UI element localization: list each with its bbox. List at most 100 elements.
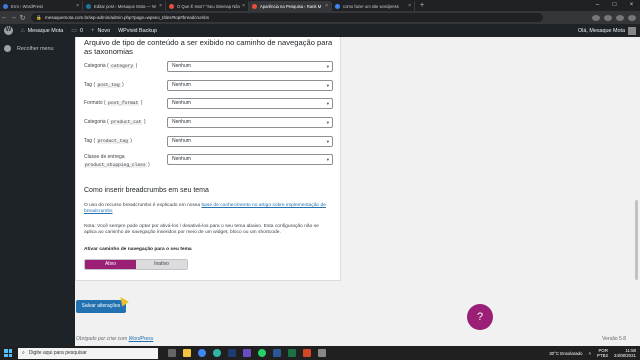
photoshop-icon[interactable] [228,349,236,357]
menu-icon[interactable] [628,14,636,21]
account-menu[interactable]: Olá, Mesaque Mota [577,26,636,35]
taxonomy-row: Tag ( product_tag ) Nenhum ▾ [84,136,334,148]
taxonomy-row: Classe de entrega product_shipping_class… [84,154,334,174]
app-icon[interactable] [243,349,251,357]
chevron-down-icon: ▾ [326,157,329,162]
favicon-icon [252,3,257,9]
tab-title: O Que É Isso? "Seu Sitemap Não [177,3,240,9]
wordpress-link[interactable]: WordPress [129,336,154,342]
taxonomy-select[interactable]: Nenhum ▾ [167,154,333,165]
toggle-on-option[interactable]: Ativo [85,260,136,269]
close-tab-icon[interactable]: × [325,3,328,9]
tab-title: Erro ‹ WordPress [11,3,44,9]
task-view-icon[interactable] [168,349,176,357]
comments-link[interactable]: ▭ 0 [71,27,83,35]
favicon-icon [335,3,340,9]
site-name-link[interactable]: ⌂ Mesaque Mota [21,28,63,34]
wp-admin-bar: W ⌂ Mesaque Mota ▭ 0 + Novo WPvivid Backup … [0,24,640,37]
close-window-icon[interactable]: × [623,0,640,11]
tab-title: Editar post ‹ Mesaque Mota — W [94,3,156,9]
avatar [628,26,636,35]
close-tab-icon[interactable]: × [242,3,245,9]
clock[interactable]: 11:58 24/08/2021 [614,348,636,358]
collapse-menu-button[interactable]: Recolher menu [0,37,75,52]
chevron-down-icon: ▾ [326,101,329,106]
taxonomy-select[interactable]: Nenhum ▾ [167,136,333,147]
forward-icon[interactable]: → [9,14,18,21]
footer-credit: Obrigado por criar com WordPress [76,336,154,342]
new-tab-button[interactable]: + [420,1,424,11]
new-content-link[interactable]: + Novo [91,28,110,34]
backup-label: WPvivid Backup [118,27,158,34]
taxonomy-row: Categoria ( product_cat ) Nenhum ▾ [84,117,334,129]
chevron-down-icon: ▾ [326,64,329,69]
close-tab-icon[interactable]: × [408,3,411,9]
chrome-icon[interactable] [198,349,206,357]
taxonomy-row: Categoria ( category ) Nenhum ▾ [84,61,334,73]
whatsapp-icon[interactable] [258,349,266,357]
extension-icon[interactable] [604,14,612,21]
chevron-down-icon: ▾ [326,83,329,88]
browser-toolbar: ← → ↻ 🔒 mesaquemota.com.br/wp-admin/admi… [0,11,640,24]
breadcrumbs-toggle[interactable]: Ativo Inativo [84,259,188,270]
minimize-icon[interactable]: – [589,0,606,11]
tab-title: como fazer um site wordpress [343,3,399,9]
os-taskbar: ⌕ Digite aqui para pesquisar 30°C Ensola… [0,346,640,360]
close-tab-icon[interactable]: × [76,3,79,9]
browser-tab-strip: Erro ‹ WordPress × Editar post ‹ Mesaque … [0,0,640,11]
row-label: Tag ( post_tag ) [84,82,124,88]
help-button[interactable]: ? [467,304,493,330]
taxonomy-select[interactable]: Nenhum ▾ [167,61,333,72]
row-label: Tag ( product_tag ) [84,138,132,144]
system-tray: 30°C Ensolarado ˄ POR PTB2 11:58 24/08/202… [549,348,636,358]
language-indicator[interactable]: POR PTB2 [597,348,608,358]
reload-icon[interactable]: ↻ [18,14,27,22]
edge-icon[interactable] [213,349,221,357]
browser-tab-4[interactable]: Aparência na Pesquisa ‹ Rank M × [249,1,332,11]
excel-icon[interactable] [288,349,296,357]
taxonomy-select[interactable]: Nenhum ▾ [167,117,333,128]
tray-arrow-icon[interactable]: ˄ [588,351,591,356]
word-icon[interactable] [273,349,281,357]
toggle-off-option[interactable]: Inativo [136,260,187,269]
plus-icon: + [90,27,95,34]
browser-tab-3[interactable]: O Que É Isso? "Seu Sitemap Não × [166,1,249,11]
app-icon[interactable] [303,349,311,357]
site-name: Mesaque Mota [27,27,64,34]
search-placeholder: Digite aqui para pesquisar [28,350,87,356]
app-icon[interactable] [318,349,326,357]
browser-tab-5[interactable]: como fazer um site wordpress × [332,1,415,11]
taxonomy-row: Tag ( post_tag ) Nenhum ▾ [84,80,334,92]
file-explorer-icon[interactable] [183,349,191,357]
extension-icon[interactable] [592,14,600,21]
maximize-icon[interactable]: □ [606,0,623,11]
howto-paragraph: O uso do recurso breadcrumbs é explicado… [84,203,326,215]
favicon-icon [169,3,174,9]
browser-tab-1[interactable]: Erro ‹ WordPress × [0,1,83,11]
back-icon[interactable]: ← [0,14,9,21]
windows-start-icon[interactable] [4,349,12,357]
row-label: Classe de entrega [84,154,125,160]
scrollbar[interactable] [635,200,638,280]
taskbar-search-input[interactable]: ⌕ Digite aqui para pesquisar [18,347,158,359]
close-tab-icon[interactable]: × [159,3,162,9]
taxonomy-select[interactable]: Nenhum ▾ [167,98,333,109]
favicon-icon [86,3,91,9]
toggle-label: Ativar caminho de navegação para o seu t… [84,247,192,252]
weather-text[interactable]: 30°C Ensolarado [549,351,582,356]
new-label: Novo [97,27,111,34]
profile-icon[interactable] [616,14,624,21]
admin-sidebar: Recolher menu [0,37,75,346]
row-code: product_shipping_class ) [84,162,150,168]
window-controls: – □ × [589,0,640,11]
taskbar-apps [168,349,333,357]
address-bar[interactable]: 🔒 mesaquemota.com.br/wp-admin/admin.php?… [31,13,543,22]
section-title: Arquivo de tipo de conteúdo a ser exibid… [84,38,333,56]
comments-count: 0 [79,27,83,34]
collapse-icon [4,45,11,52]
wpvivid-backup-link[interactable]: WPvivid Backup [118,28,157,34]
greeting: Olá, Mesaque Mota [577,27,625,34]
wordpress-logo-icon[interactable]: W [4,26,13,35]
taxonomy-select[interactable]: Nenhum ▾ [167,80,333,91]
browser-tab-2[interactable]: Editar post ‹ Mesaque Mota — W × [83,1,166,11]
